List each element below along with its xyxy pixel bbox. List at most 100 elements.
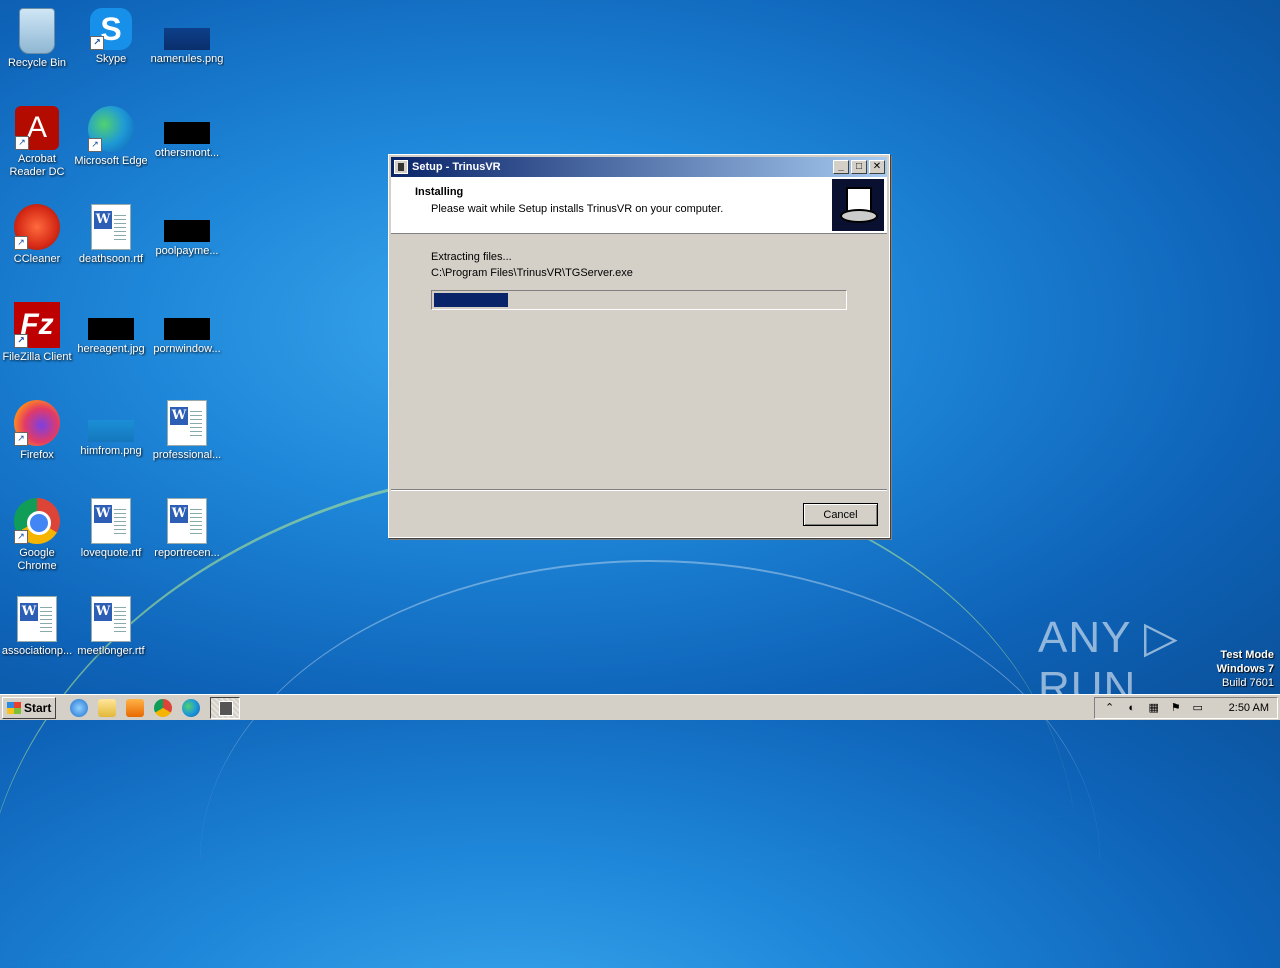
setup-header-panel: Installing Please wait while Setup insta… xyxy=(391,177,887,234)
file-icon xyxy=(164,122,210,144)
setup-window-title: Setup - TrinusVR xyxy=(412,161,501,173)
acrobat-icon: A ↗ xyxy=(15,106,59,150)
word-document-icon: W xyxy=(167,498,207,544)
image-file-icon xyxy=(88,318,134,340)
file-explorer-icon[interactable] xyxy=(98,698,117,717)
setup-heading: Installing xyxy=(415,186,464,198)
desktop-icon-meetlonger[interactable]: W meetlonger.rtf xyxy=(74,596,148,658)
start-label: Start xyxy=(24,700,52,715)
file-icon xyxy=(164,220,210,242)
desktop-icon-professional[interactable]: W professional... xyxy=(150,400,224,462)
system-tray: ⌃ ◐ ▦ ⚑ ▭ 2:50 AM xyxy=(1093,696,1278,719)
desktop-icon-pornwindow[interactable]: pornwindow... xyxy=(150,302,224,356)
desktop-icon-label: Acrobat Reader DC xyxy=(9,153,65,178)
maximize-button[interactable]: □ xyxy=(851,160,867,174)
word-document-icon: W xyxy=(167,400,207,446)
desktop-icon-skype[interactable]: S ↗ Skype xyxy=(74,8,148,66)
desktop-icon-recycle-bin[interactable]: Recycle Bin xyxy=(0,8,74,70)
file-icon xyxy=(164,318,210,340)
desktop-icon-namerules[interactable]: namerules.png xyxy=(150,8,224,66)
network-icon[interactable]: ▦ xyxy=(1147,701,1161,715)
desktop-icon-label: CCleaner xyxy=(13,253,61,265)
desktop-icon-lovequote[interactable]: W lovequote.rtf xyxy=(74,498,148,560)
desktop-icon-label: Skype xyxy=(95,53,127,65)
cancel-button[interactable]: Cancel xyxy=(803,503,878,526)
setup-titlebar[interactable]: Setup - TrinusVR _ □ ✕ xyxy=(391,157,887,177)
desktop-icon-label: othersmont... xyxy=(154,147,220,159)
internet-explorer-icon[interactable] xyxy=(70,698,89,717)
edge-icon: ↗ xyxy=(88,106,134,152)
install-progress-bar xyxy=(431,290,847,310)
desktop-icon-filezilla[interactable]: Fz ↗ FileZilla Client xyxy=(0,302,74,364)
filezilla-icon: Fz ↗ xyxy=(14,302,60,348)
os-label: Windows 7 xyxy=(1216,663,1274,675)
desktop-icon-label: professional... xyxy=(152,449,222,461)
chrome-icon: ↗ xyxy=(14,498,60,544)
taskbar-setup-button[interactable] xyxy=(210,696,241,719)
installer-graphic-icon xyxy=(832,179,884,231)
taskbar-clock[interactable]: 2:50 AM xyxy=(1229,702,1269,714)
desktop-icon-ccleaner[interactable]: ↗ CCleaner xyxy=(0,204,74,266)
install-progress-fill xyxy=(434,293,508,307)
shortcut-arrow-icon: ↗ xyxy=(14,334,28,348)
desktop-icon-edge[interactable]: ↗ Microsoft Edge xyxy=(74,106,148,168)
desktop-icon-label: namerules.png xyxy=(150,53,224,65)
tray-expand-icon[interactable]: ⌃ xyxy=(1103,701,1117,715)
close-button[interactable]: ✕ xyxy=(869,160,885,174)
install-path-text: C:\Program Files\TrinusVR\TGServer.exe xyxy=(431,267,633,279)
desktop-icon-label: Microsoft Edge xyxy=(74,155,148,167)
desktop-icon-label: pornwindow... xyxy=(153,343,221,355)
desktop-icon-deathsoon[interactable]: W deathsoon.rtf xyxy=(74,204,148,266)
shortcut-arrow-icon: ↗ xyxy=(90,36,104,50)
install-status-text: Extracting files... xyxy=(431,251,512,263)
media-player-icon[interactable] xyxy=(126,698,145,717)
chrome-taskbar-icon[interactable] xyxy=(154,698,173,717)
footer-divider xyxy=(391,489,887,491)
desktop-icon-label: Google Chrome xyxy=(17,547,57,572)
display-icon[interactable]: ▭ xyxy=(1191,701,1205,715)
setup-subheading: Please wait while Setup installs TrinusV… xyxy=(431,203,724,215)
word-document-icon: W xyxy=(17,596,57,642)
minimize-button[interactable]: _ xyxy=(833,160,849,174)
image-file-icon xyxy=(88,420,134,442)
windows-logo-icon xyxy=(7,701,21,714)
desktop-icon-label: deathsoon.rtf xyxy=(78,253,144,265)
desktop-icon-label: associationp... xyxy=(1,645,73,657)
desktop-icon-label: poolpayme... xyxy=(155,245,219,257)
ccleaner-icon: ↗ xyxy=(14,204,60,250)
recycle-bin-icon xyxy=(19,8,55,54)
desktop-icon-firefox[interactable]: ↗ Firefox xyxy=(0,400,74,462)
desktop-icon-chrome[interactable]: ↗ Google Chrome xyxy=(0,498,74,573)
word-document-icon: W xyxy=(91,204,131,250)
test-mode-notice: Test Mode Windows 7 Build 7601 xyxy=(1217,648,1274,690)
desktop-icon-label: meetlonger.rtf xyxy=(77,645,145,657)
taskbar: Start ⌃ ◐ ▦ ⚑ ▭ 2:50 AM xyxy=(0,694,1280,720)
volume-icon[interactable]: ◐ xyxy=(1125,701,1139,715)
desktop-icon-othersmont[interactable]: othersmont... xyxy=(150,106,224,160)
skype-icon: S ↗ xyxy=(90,8,132,50)
word-document-icon: W xyxy=(91,498,131,544)
desktop-icon-hereagent[interactable]: hereagent.jpg xyxy=(74,302,148,356)
desktop-icon-himfrom[interactable]: himfrom.png xyxy=(74,400,148,458)
shortcut-arrow-icon: ↗ xyxy=(14,236,28,250)
quick-launch xyxy=(70,698,201,717)
desktop-icon-label: himfrom.png xyxy=(80,445,142,457)
edge-taskbar-icon[interactable] xyxy=(182,698,201,717)
desktop-icon-associationp[interactable]: W associationp... xyxy=(0,596,74,658)
shortcut-arrow-icon: ↗ xyxy=(15,136,29,150)
image-file-icon xyxy=(164,28,210,50)
desktop-icon-acrobat[interactable]: A ↗ Acrobat Reader DC xyxy=(0,106,74,179)
desktop-icon-label: reportrecen... xyxy=(154,547,220,559)
build-label: Build 7601 xyxy=(1222,677,1274,689)
shortcut-arrow-icon: ↗ xyxy=(14,432,28,446)
action-center-flag-icon[interactable]: ⚑ xyxy=(1169,701,1183,715)
desktop-icon-label: FileZilla Client xyxy=(2,351,72,363)
start-button[interactable]: Start xyxy=(2,696,57,719)
word-document-icon: W xyxy=(91,596,131,642)
desktop-icon-label: Firefox xyxy=(20,449,54,461)
desktop-icon-reportrecen[interactable]: W reportrecen... xyxy=(150,498,224,560)
desktop-icon-poolpayme[interactable]: poolpayme... xyxy=(150,204,224,258)
test-mode-label: Test Mode xyxy=(1220,649,1274,661)
desktop-icon-label: lovequote.rtf xyxy=(80,547,142,559)
setup-window: Setup - TrinusVR _ □ ✕ Installing Please… xyxy=(388,154,890,538)
